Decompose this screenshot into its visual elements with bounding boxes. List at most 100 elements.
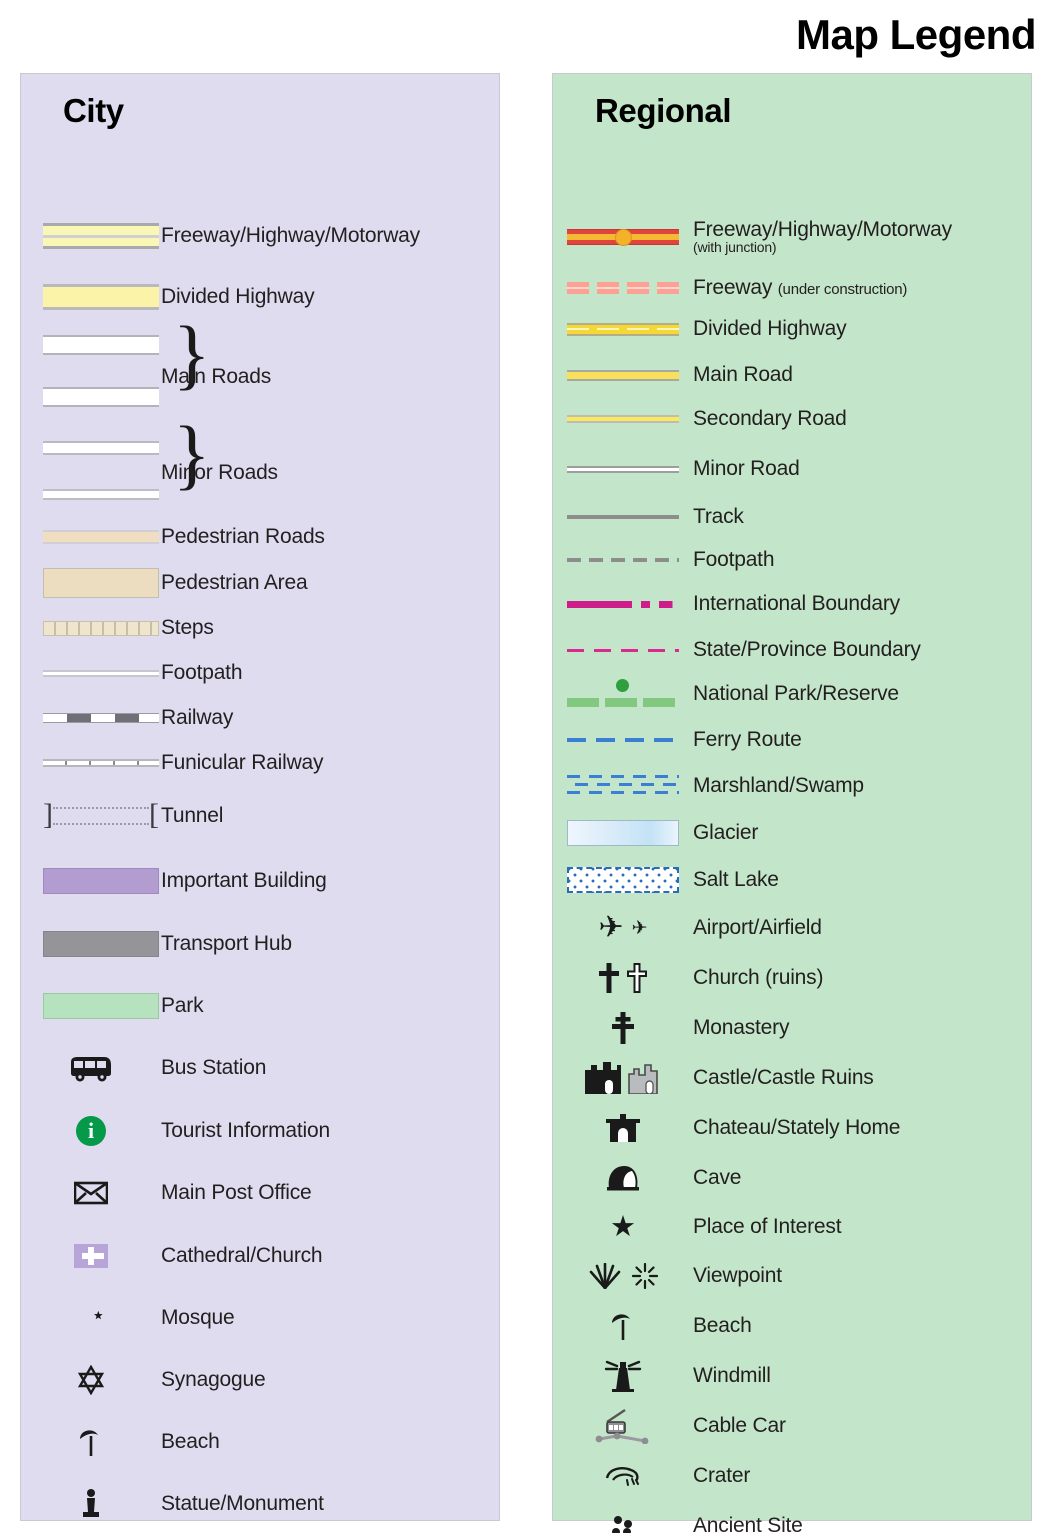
legend-row-city-pedestrian-roads[interactable]: Pedestrian Roads	[21, 515, 325, 559]
legend-row-city-footpath[interactable]: Footpath	[21, 651, 242, 695]
legend-row-regional-freeway-uc[interactable]: Freeway (under construction)	[553, 266, 907, 310]
legend-label: Funicular Railway	[161, 750, 324, 774]
legend-row-city-railway[interactable]: Railway	[21, 696, 233, 740]
legend-label: Statue/Monument	[161, 1491, 324, 1515]
legend-label: Main Road	[693, 362, 793, 386]
legend-row-regional-cave[interactable]: Cave	[553, 1156, 741, 1200]
legend-sublabel: (under construction)	[777, 280, 908, 298]
legend-row-city-minor-roads[interactable]: Minor Roads	[21, 451, 278, 495]
legend-label: Main Roads	[161, 364, 272, 388]
symbol-railway-dashed-bar	[21, 696, 161, 740]
legend-row-regional-chateau[interactable]: Chateau/Stately Home	[553, 1106, 900, 1150]
legend-row-city-funicular[interactable]: Funicular Railway	[21, 741, 324, 785]
legend-row-city-park[interactable]: Park	[21, 984, 204, 1028]
legend-row-regional-crater[interactable]: Crater	[553, 1454, 750, 1498]
symbol-green-dashed-with-dot	[553, 672, 693, 716]
legend-row-city-freeway[interactable]: Freeway/Highway/Motorway	[21, 214, 420, 258]
legend-row-city-divided-highway[interactable]: Divided Highway	[21, 275, 315, 319]
legend-row-regional-beach[interactable]: Beach	[553, 1304, 752, 1348]
legend-row-regional-track[interactable]: Track	[553, 495, 744, 539]
legend-row-city-transport-hub[interactable]: Transport Hub	[21, 922, 292, 966]
legend-row-regional-cable-car[interactable]: Cable Car	[553, 1404, 786, 1448]
symbol-pale-blue-gradient-block	[553, 811, 693, 855]
symbol-blue-dashed-ferry	[553, 718, 693, 762]
legend-label: Park	[161, 993, 204, 1017]
legend-label: Divided Highway	[161, 284, 315, 308]
legend-row-regional-ferry-route[interactable]: Ferry Route	[553, 718, 802, 762]
symbol-gold-divided-highway	[553, 307, 693, 351]
legend-label: Salt Lake	[693, 867, 779, 891]
star-icon: ★	[610, 1210, 636, 1243]
legend-row-regional-marshland[interactable]: Marshland/Swamp	[553, 764, 864, 808]
legend-row-regional-place-of-interest[interactable]: ★ Place of Interest	[553, 1205, 842, 1249]
legend-row-regional-secondary-road[interactable]: Secondary Road	[553, 397, 847, 441]
legend-row-regional-state-boundary[interactable]: State/Province Boundary	[553, 628, 921, 672]
legend-row-regional-airport[interactable]: ✈ ✈ Airport/Airfield	[553, 906, 821, 950]
legend-row-city-cathedral[interactable]: Cathedral/Church	[21, 1234, 323, 1278]
legend-label: Pedestrian Area	[161, 570, 308, 594]
legend-label: Freeway/Highway/Motorway (with junction)	[693, 218, 952, 255]
legend-label: Mosque	[161, 1305, 235, 1329]
symbol-gray-dashed-footpath	[553, 538, 693, 582]
legend-row-regional-viewpoint[interactable]: Viewpoint	[553, 1254, 782, 1298]
legend-row-city-important-building[interactable]: Important Building	[21, 859, 327, 903]
legend-label: Railway	[161, 705, 234, 729]
legend-label: Transport Hub	[161, 931, 292, 955]
symbol-green-block	[21, 984, 161, 1028]
legend-row-city-post-office[interactable]: Main Post Office	[21, 1171, 312, 1215]
regional-panel-heading: Regional	[595, 92, 732, 129]
two-planes-icon: ✈ ✈	[553, 906, 693, 950]
regional-legend-panel: Regional Freeway/Highway/Motorway (with …	[552, 73, 1032, 1533]
legend-row-regional-minor-road[interactable]: Minor Road	[553, 447, 800, 491]
tunnel-left-bracket-icon: ]	[43, 798, 53, 831]
two-castles-icon	[553, 1056, 693, 1100]
legend-label: Freeway (under construction)	[693, 275, 908, 299]
symbol-magenta-dashed-boundary	[553, 628, 693, 672]
legend-row-city-statue[interactable]: Statue/Monument	[21, 1482, 324, 1526]
legend-label: Marshland/Swamp	[693, 773, 864, 797]
legend-row-regional-international-boundary[interactable]: International Boundary	[553, 582, 900, 626]
star-and-crescent-icon	[21, 1296, 161, 1340]
beach-umbrella-icon	[553, 1304, 693, 1348]
legend-row-city-synagogue[interactable]: Synagogue	[21, 1358, 266, 1402]
legend-label: Freeway/Highway/Motorway	[161, 223, 420, 247]
legend-row-regional-castle[interactable]: Castle/Castle Ruins	[553, 1056, 874, 1100]
legend-row-regional-ancient-site[interactable]: Ancient Site	[553, 1504, 803, 1533]
legend-label: Crater	[693, 1463, 751, 1487]
legend-row-regional-monastery[interactable]: Monastery	[553, 1006, 789, 1050]
legend-row-regional-national-park[interactable]: National Park/Reserve	[553, 672, 899, 716]
legend-row-regional-windmill[interactable]: Windmill	[553, 1354, 771, 1398]
legend-row-city-beach[interactable]: Beach	[21, 1420, 220, 1464]
beach-umbrella-icon	[21, 1420, 161, 1464]
legend-row-city-steps[interactable]: Steps	[21, 606, 214, 650]
orthodox-cross-icon	[553, 1006, 693, 1050]
legend-row-regional-salt-lake[interactable]: Salt Lake	[553, 858, 779, 902]
legend-label: Cathedral/Church	[161, 1243, 323, 1267]
viewpoint-fan-icon	[589, 1263, 621, 1289]
legend-row-regional-glacier[interactable]: Glacier	[553, 811, 758, 855]
legend-row-city-bus-station[interactable]: Bus Station	[21, 1046, 266, 1090]
symbol-tunnel-bracket-dotted: ] [	[21, 794, 161, 838]
park-dot-icon	[616, 679, 629, 692]
legend-label: National Park/Reserve	[693, 681, 899, 705]
legend-row-regional-main-road[interactable]: Main Road	[553, 353, 793, 397]
legend-row-regional-footpath[interactable]: Footpath	[553, 538, 774, 582]
legend-row-regional-divided-highway[interactable]: Divided Highway	[553, 307, 847, 351]
legend-row-city-pedestrian-area[interactable]: Pedestrian Area	[21, 561, 308, 605]
legend-label: Cable Car	[693, 1413, 786, 1437]
legend-row-regional-freeway-junction[interactable]: Freeway/Highway/Motorway (with junction)	[553, 215, 952, 259]
statue-icon	[21, 1482, 161, 1526]
symbol-funicular-ticked-line	[21, 741, 161, 785]
legend-row-city-mosque[interactable]: Mosque	[21, 1296, 235, 1340]
symbol-main-road-upper	[21, 333, 161, 357]
legend-row-city-main-roads[interactable]: Main Roads	[21, 355, 271, 399]
legend-label: Steps	[161, 615, 214, 639]
legend-row-city-tourist-information[interactable]: i Tourist Information	[21, 1109, 330, 1153]
legend-label: Main Post Office	[161, 1180, 312, 1204]
symbol-red-freeway-with-junction	[553, 215, 693, 259]
legend-row-regional-church-ruins[interactable]: Church (ruins)	[553, 956, 823, 1000]
symbol-yellow-main-road	[553, 353, 693, 397]
ancient-site-dots-icon	[553, 1504, 693, 1533]
junction-dot-icon	[614, 228, 632, 246]
legend-row-city-tunnel[interactable]: ] [ Tunnel	[21, 794, 223, 838]
